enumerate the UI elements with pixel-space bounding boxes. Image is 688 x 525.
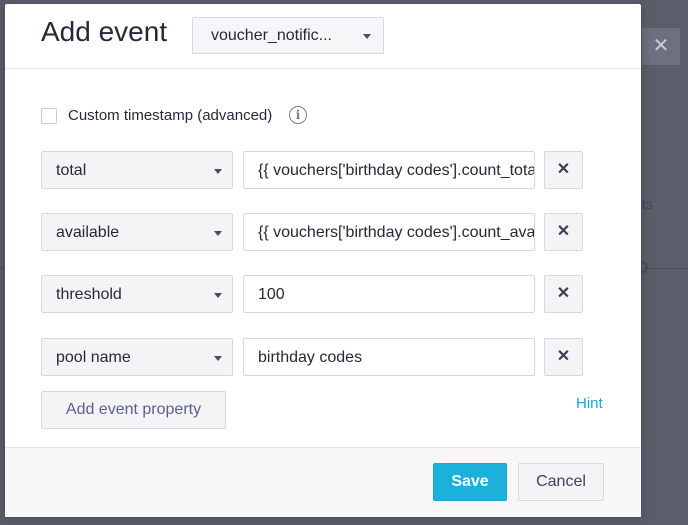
chevron-down-icon: [214, 356, 222, 361]
property-value-input[interactable]: birthday codes: [243, 338, 535, 376]
event-property-row: available {{ vouchers['birthday codes'].…: [41, 213, 583, 251]
hint-link[interactable]: Hint: [576, 395, 603, 412]
add-event-dialog: Add event voucher_notific... Custom time…: [5, 4, 641, 517]
dialog-title: Add event: [41, 16, 168, 47]
remove-property-button[interactable]: ✕: [544, 151, 583, 189]
property-key-select[interactable]: total: [41, 151, 233, 189]
property-value-input[interactable]: {{ vouchers['birthday codes'].count_avai…: [243, 213, 535, 251]
property-value-input[interactable]: {{ vouchers['birthday codes'].count_tota…: [243, 151, 535, 189]
remove-property-button[interactable]: ✕: [544, 275, 583, 313]
property-value-text: birthday codes: [258, 349, 363, 366]
info-icon[interactable]: i: [289, 106, 307, 124]
property-value-input[interactable]: 100: [243, 275, 535, 313]
add-event-property-button[interactable]: Add event property: [41, 391, 226, 429]
property-value-text: {{ vouchers['birthday codes'].count_tota…: [258, 162, 535, 179]
property-key-select[interactable]: threshold: [41, 275, 233, 313]
property-key-label: total: [56, 162, 87, 179]
custom-timestamp-checkbox[interactable]: [41, 108, 57, 124]
dialog-header: Add event voucher_notific...: [5, 4, 641, 69]
event-type-select[interactable]: voucher_notific...: [192, 17, 384, 54]
property-value-text: 100: [258, 286, 285, 303]
save-button[interactable]: Save: [433, 463, 507, 501]
event-property-row: threshold 100 ✕: [41, 275, 583, 313]
chevron-down-icon: [214, 169, 222, 174]
property-value-text: {{ vouchers['birthday codes'].count_avai…: [258, 224, 535, 241]
property-key-select[interactable]: available: [41, 213, 233, 251]
chevron-down-icon: [214, 231, 222, 236]
property-key-label: available: [56, 224, 120, 241]
remove-property-button[interactable]: ✕: [544, 338, 583, 376]
property-key-select[interactable]: pool name: [41, 338, 233, 376]
property-key-label: pool name: [56, 349, 131, 366]
background-text: ts: [642, 196, 653, 212]
event-property-row: total {{ vouchers['birthday codes'].coun…: [41, 151, 583, 189]
cancel-button[interactable]: Cancel: [518, 463, 604, 501]
property-key-label: threshold: [56, 286, 122, 303]
event-type-value: voucher_notific...: [211, 27, 332, 44]
chevron-down-icon: [214, 293, 222, 298]
chevron-down-icon: [363, 34, 371, 39]
close-icon[interactable]: ✕: [642, 28, 680, 65]
remove-property-button[interactable]: ✕: [544, 213, 583, 251]
custom-timestamp-label[interactable]: Custom timestamp (advanced): [68, 107, 272, 124]
event-property-row: pool name birthday codes ✕: [41, 338, 583, 376]
